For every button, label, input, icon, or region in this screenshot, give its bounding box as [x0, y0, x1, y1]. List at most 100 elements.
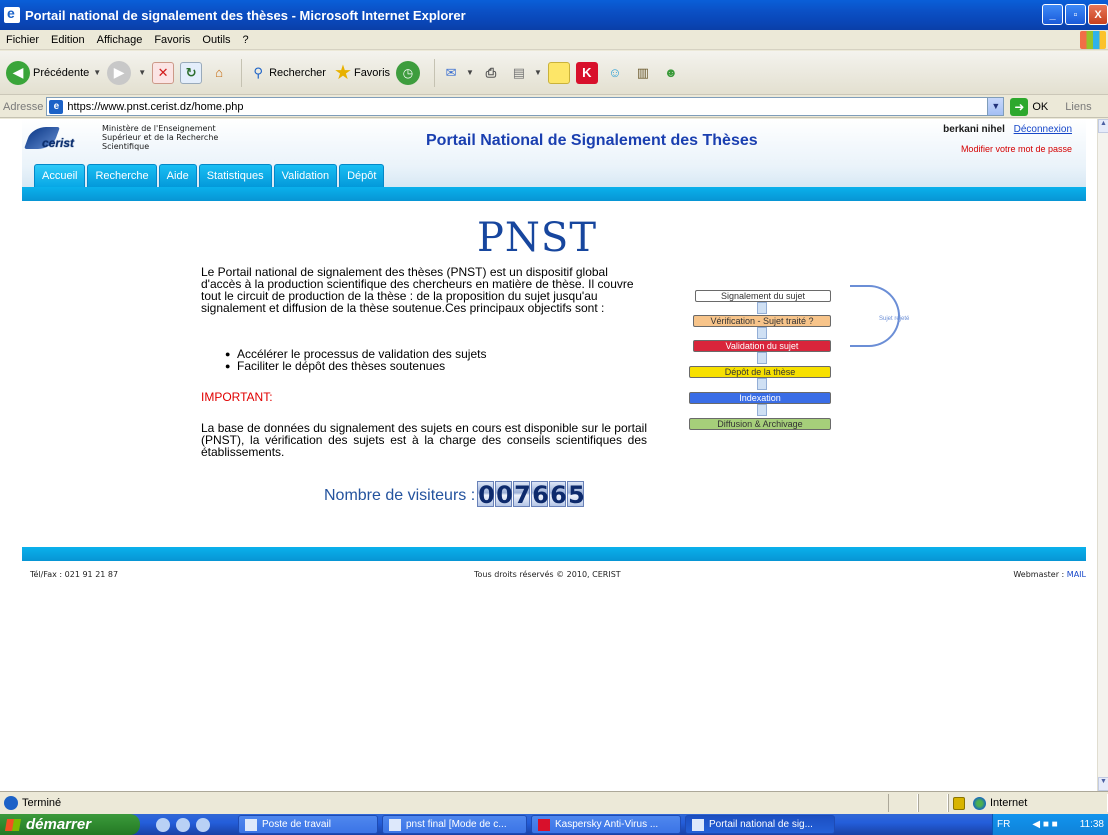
refresh-button[interactable]: ↻	[180, 61, 203, 84]
footer-bar	[22, 547, 1086, 561]
search-icon: ⚲	[253, 64, 263, 80]
clock[interactable]: 11:38	[1080, 819, 1104, 830]
history-button[interactable]: ◷	[396, 60, 423, 85]
change-password-link[interactable]: Modifier votre mot de passe	[943, 144, 1072, 154]
menu-fichier[interactable]: Fichier	[6, 34, 39, 46]
quick-launch-icon[interactable]	[156, 817, 170, 832]
toolbar-divider	[241, 58, 243, 87]
visitor-counter: Nombre de visiteurs : 0 0 7 6 6 5	[324, 481, 585, 509]
footer-tel: Tél/Fax : 021 91 21 87	[30, 570, 119, 579]
chevron-down-icon[interactable]: ▼	[466, 68, 474, 77]
go-button[interactable]: ➜ OK	[1010, 97, 1049, 116]
cerist-logo[interactable]: cerist	[23, 127, 86, 157]
menu-affichage[interactable]: Affichage	[97, 34, 143, 46]
favorites-button[interactable]: ★ Favoris	[332, 62, 390, 84]
workflow-diagram: Sujet rejeté Signalement du sujet Vérifi…	[689, 284, 929, 444]
mail-link[interactable]: MAIL	[1067, 570, 1086, 579]
maximize-button[interactable]: ▫	[1065, 4, 1086, 25]
forward-arrow-icon: ▶	[107, 60, 132, 85]
tab-recherche[interactable]: Recherche	[87, 164, 157, 187]
print-button[interactable]: ⎙	[480, 62, 502, 84]
menu-edition[interactable]: Edition	[51, 34, 85, 46]
webmaster-label: Webmaster :	[1013, 570, 1067, 579]
quick-launch-icon[interactable]	[176, 817, 190, 832]
chevron-down-icon[interactable]: ▼	[534, 68, 542, 77]
counter-digit: 7	[513, 481, 531, 509]
research-button[interactable]: ▥	[632, 62, 654, 84]
user-name: berkani nihel	[943, 124, 1005, 135]
address-input[interactable]: e https://www.pnst.cerist.dz/home.php ▼	[46, 97, 1005, 116]
security-zone[interactable]: Internet	[948, 794, 1108, 812]
tab-aide[interactable]: Aide	[158, 164, 197, 187]
tab-accueil[interactable]: Accueil	[34, 164, 86, 187]
tray-icons[interactable]: ◀ ■ ■	[1032, 819, 1057, 830]
chevron-down-icon[interactable]: ▼	[138, 68, 146, 77]
important-label: IMPORTANT:	[201, 390, 273, 404]
status-bar: Terminé Internet	[0, 791, 1108, 814]
vertical-scrollbar[interactable]: ▲ ▼	[1097, 119, 1108, 791]
tab-statistiques[interactable]: Statistiques	[198, 164, 272, 187]
flow-step: Indexation	[689, 392, 831, 404]
flow-step: Signalement du sujet	[695, 290, 831, 302]
users-icon: ☻	[664, 65, 678, 80]
kaspersky-button[interactable]: K	[575, 61, 598, 84]
page-viewport: cerist Ministère de l'Enseignement Supér…	[0, 119, 1097, 791]
site-header: cerist Ministère de l'Enseignement Supér…	[22, 119, 1086, 187]
tab-depot[interactable]: Dépôt	[339, 164, 385, 187]
notes-button[interactable]	[547, 61, 570, 84]
taskbar-item[interactable]: Kaspersky Anti-Virus ...	[531, 815, 681, 834]
flow-step: Vérification - Sujet traité ?	[693, 315, 831, 327]
task-label: Portail national de sig...	[709, 819, 813, 830]
print-icon: ⎙	[485, 64, 497, 80]
taskbar-item-active[interactable]: Portail national de sig...	[685, 815, 835, 834]
scroll-down-icon[interactable]: ▼	[1098, 777, 1108, 791]
menu-help[interactable]: ?	[243, 34, 249, 46]
menu-outils[interactable]: Outils	[202, 34, 230, 46]
go-arrow-icon: ➜	[1010, 97, 1029, 116]
back-button[interactable]: ◀ Précédente ▼	[6, 60, 101, 85]
minimize-button[interactable]: _	[1042, 4, 1063, 25]
kaspersky-icon	[538, 818, 550, 831]
page-done-icon	[4, 796, 18, 810]
taskbar-item[interactable]: Poste de travail	[238, 815, 378, 834]
flow-step: Dépôt de la thèse	[689, 366, 831, 378]
messenger-button[interactable]: ☺	[604, 62, 626, 84]
home-button[interactable]: ⌂	[208, 62, 230, 84]
taskbar-item[interactable]: pnst final [Mode de c...	[382, 815, 527, 834]
menu-bar: Fichier Edition Affichage Favoris Outils…	[0, 30, 1108, 50]
flow-step: Diffusion & Archivage	[689, 418, 831, 430]
task-label: Poste de travail	[262, 819, 331, 830]
quick-launch	[156, 817, 234, 832]
logout-link[interactable]: Déconnexion	[1014, 124, 1072, 135]
links-button[interactable]: Liens	[1065, 101, 1091, 113]
kaspersky-icon: K	[575, 61, 598, 84]
mail-button[interactable]: ✉ ▼	[440, 62, 474, 84]
nav-tabs: Accueil Recherche Aide Statistiques Vali…	[34, 164, 385, 187]
status-cell	[918, 794, 948, 812]
go-label: OK	[1032, 100, 1049, 113]
start-button[interactable]: démarrer	[0, 814, 140, 835]
close-button[interactable]: X	[1088, 4, 1108, 25]
windows-flag-icon	[4, 818, 22, 831]
quick-launch-icon[interactable]	[196, 817, 210, 832]
window-title-bar[interactable]: Portail national de signalement des thès…	[0, 0, 1108, 30]
stop-button[interactable]: ✕	[152, 61, 175, 84]
chevron-down-icon[interactable]: ▼	[987, 98, 1004, 115]
search-button[interactable]: ⚲ Rechercher	[247, 62, 326, 84]
footer-rights: Tous droits réservés © 2010, CERIST	[474, 570, 621, 579]
users-button[interactable]: ☻	[660, 62, 682, 84]
scroll-up-icon[interactable]: ▲	[1098, 119, 1108, 133]
toolbar-divider	[434, 58, 436, 87]
language-indicator[interactable]: FR	[997, 819, 1010, 830]
menu-favoris[interactable]: Favoris	[154, 34, 190, 46]
search-label: Rechercher	[269, 66, 326, 79]
chevron-down-icon[interactable]: ▼	[93, 68, 101, 77]
status-text: Terminé	[22, 797, 62, 809]
address-bar: Adresse e https://www.pnst.cerist.dz/hom…	[0, 96, 1108, 118]
taskbar: démarrer Poste de travail pnst final [Mo…	[0, 814, 1108, 835]
down-arrow-icon	[757, 404, 767, 416]
forward-button[interactable]: ▶ ▼	[107, 60, 146, 85]
tab-validation[interactable]: Validation	[273, 164, 338, 187]
visitor-label: Nombre de visiteurs :	[324, 487, 476, 504]
edit-button[interactable]: ▤ ▼	[508, 62, 542, 84]
